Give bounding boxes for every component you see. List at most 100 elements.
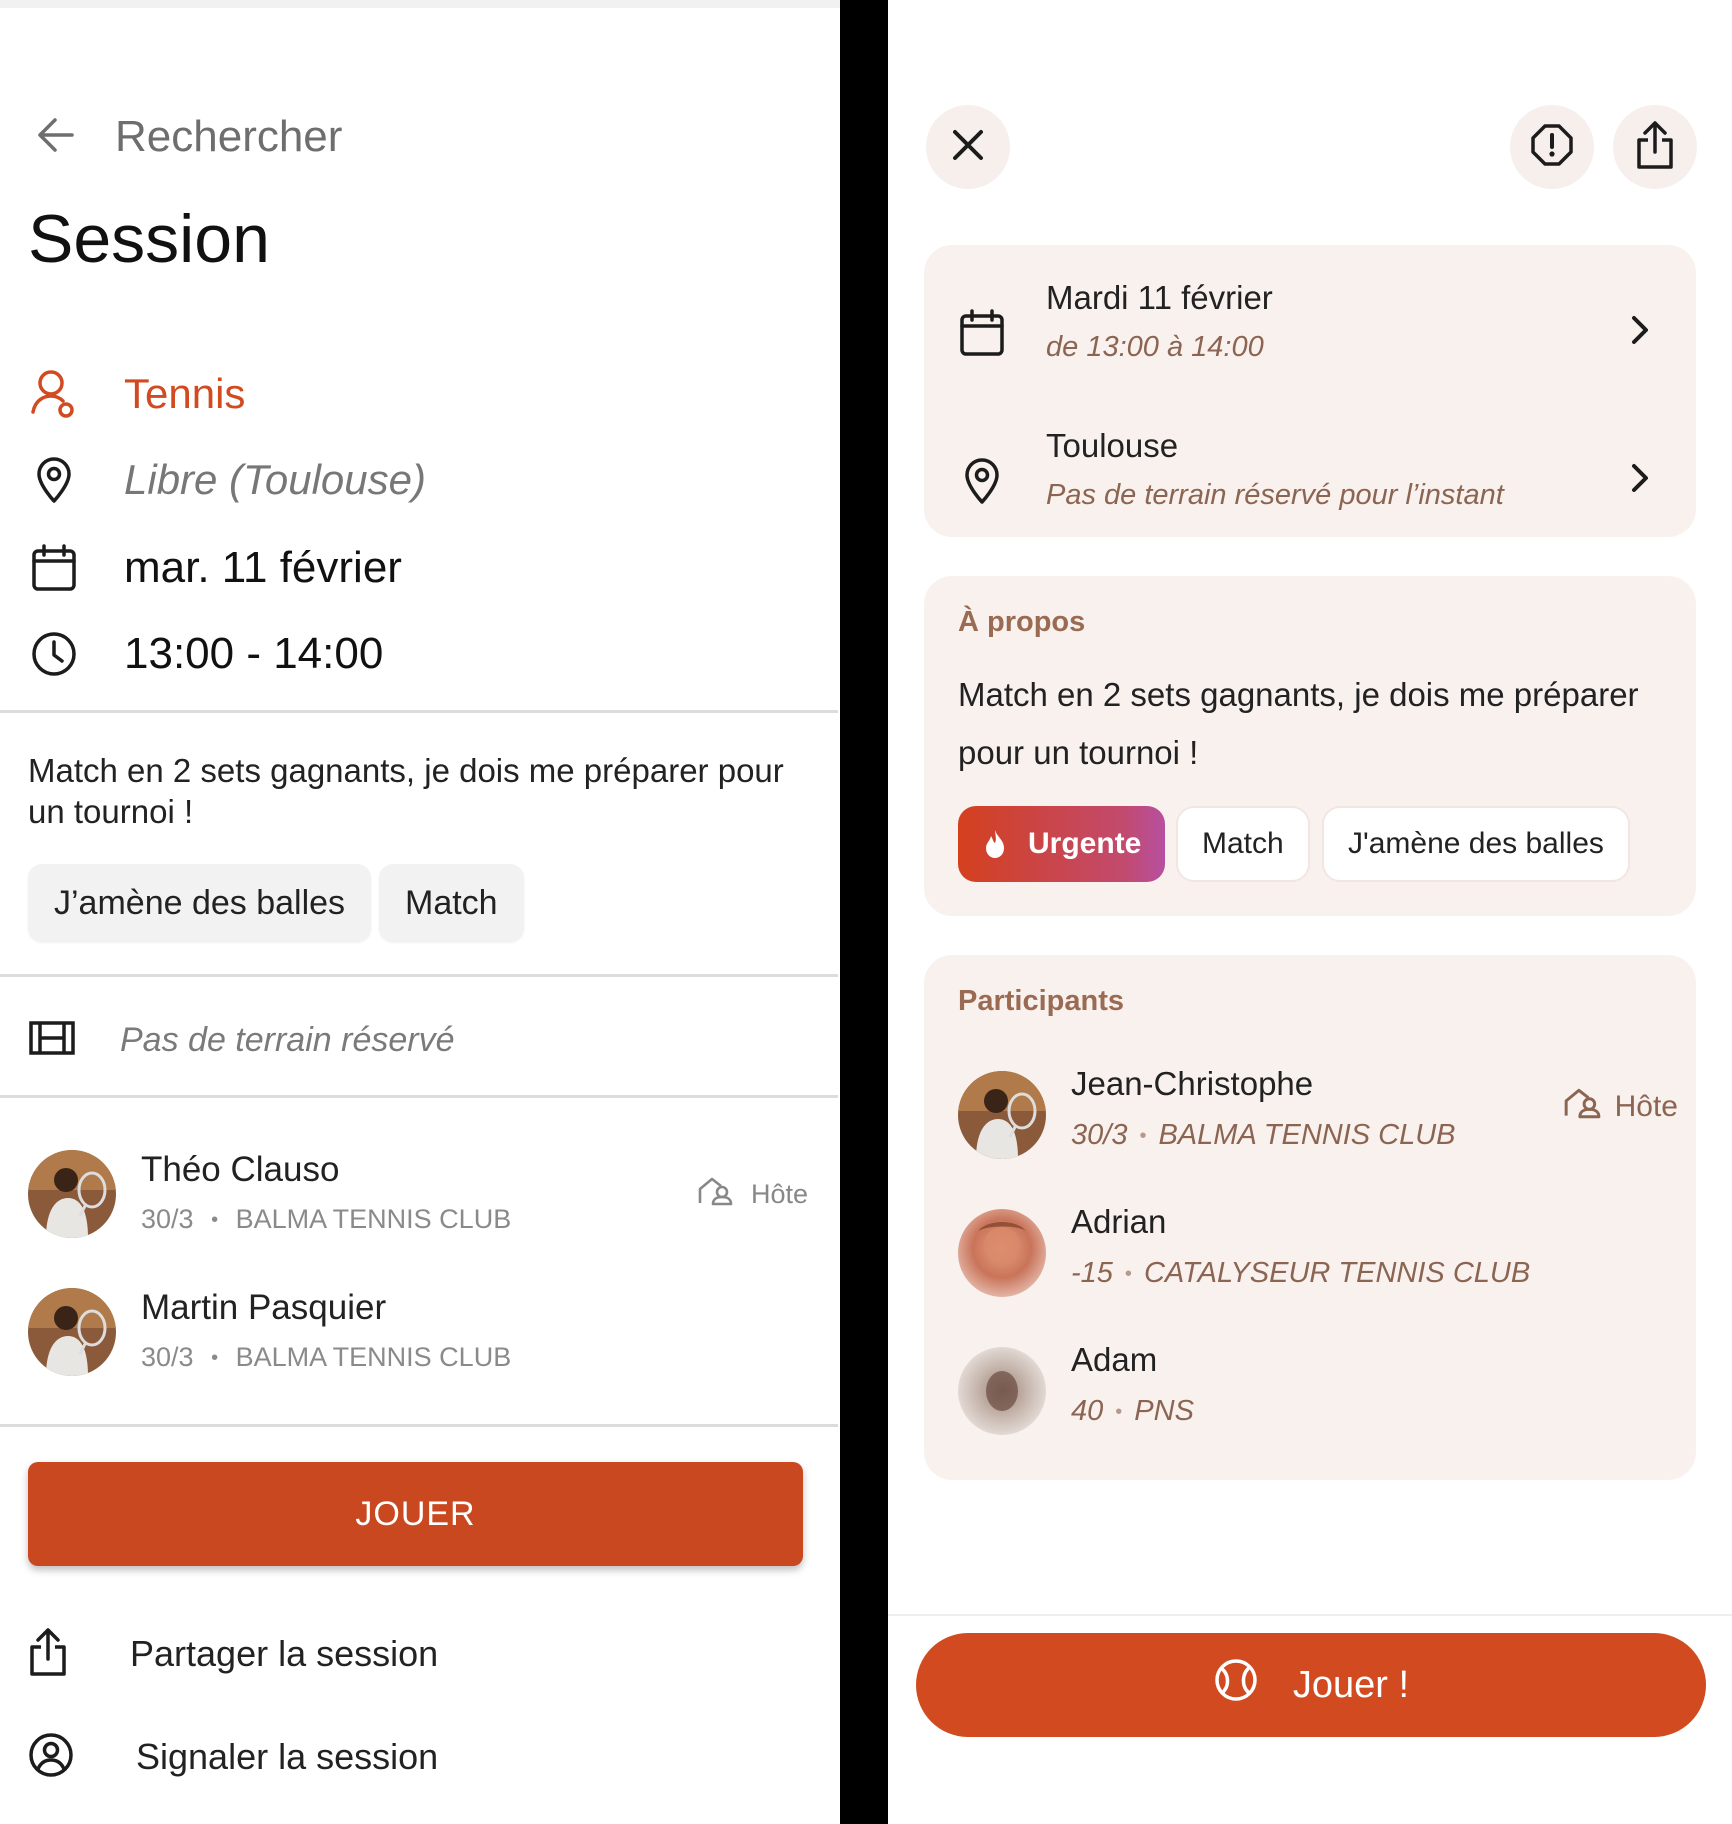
clock-icon	[28, 628, 80, 680]
tag-chip[interactable]: J'amène des balles	[1322, 806, 1630, 882]
urgent-label: Urgente	[1028, 827, 1142, 860]
meta-separator: •	[1115, 1400, 1123, 1423]
host-badge: Hôte	[1563, 1087, 1678, 1127]
participant-meta: 30/3 • BALMA TENNIS CLUB	[141, 1204, 511, 1235]
date-subtitle: de 13:00 à 14:00	[1046, 331, 1264, 363]
chevron-right-icon	[1620, 305, 1660, 355]
calendar-icon	[954, 305, 1010, 361]
close-icon	[951, 128, 985, 167]
report-session-label: Signaler la session	[136, 1736, 439, 1777]
session-description: Match en 2 sets gagnants, je dois me pré…	[28, 752, 784, 830]
tag-chip[interactable]: Match	[1176, 806, 1310, 882]
participant-row[interactable]: Martin Pasquier 30/3 • BALMA TENNIS CLUB	[28, 1288, 808, 1378]
divider	[0, 974, 838, 977]
play-label: Jouer !	[1292, 1663, 1410, 1706]
report-button[interactable]	[1510, 105, 1594, 189]
participant-club: CATALYSEUR TENNIS CLUB	[1143, 1257, 1531, 1289]
share-button[interactable]	[1613, 105, 1697, 189]
tag-chip[interactable]: J’amène des balles	[28, 864, 372, 942]
meta-separator: •	[1139, 1124, 1147, 1147]
divider	[0, 710, 838, 713]
participant-rank: 40	[1071, 1395, 1104, 1427]
bottom-divider	[888, 1614, 1732, 1616]
participant-row[interactable]: Jean-Christophe 30/3 • BALMA TENNIS CLUB H…	[958, 1065, 1678, 1161]
tag-chip[interactable]: Match	[379, 864, 524, 942]
date-title: Mardi 11 février	[1046, 279, 1273, 316]
participant-rank: 30/3	[1071, 1119, 1128, 1151]
participant-name: Jean-Christophe	[1071, 1065, 1314, 1102]
avatar	[958, 1209, 1046, 1297]
calendar-icon	[28, 542, 80, 594]
participant-row[interactable]: Adam 40 • PNS	[958, 1341, 1678, 1437]
alert-icon	[1530, 123, 1574, 172]
about-title: À propos	[958, 606, 1086, 638]
meta-separator: •	[1124, 1262, 1132, 1285]
participant-meta: 30/3 • BALMA TENNIS CLUB	[1071, 1119, 1456, 1152]
report-session-button[interactable]: Signaler la session	[28, 1727, 438, 1787]
back-button[interactable]	[30, 112, 80, 162]
court-row: Pas de terrain réservé	[28, 1015, 455, 1065]
location-row[interactable]: Toulouse Pas de terrain réservé pour l’i…	[924, 423, 1696, 533]
host-label: Hôte	[1614, 1090, 1678, 1123]
participant-meta: 30/3 • BALMA TENNIS CLUB	[141, 1342, 511, 1373]
participant-rank: -15	[1071, 1257, 1113, 1289]
location-row: Libre (Toulouse)	[28, 452, 426, 508]
host-icon	[697, 1176, 733, 1213]
play-button[interactable]: Jouer !	[916, 1633, 1706, 1737]
avatar	[958, 1071, 1046, 1159]
session-description: Match en 2 sets gagnants, je dois me pré…	[958, 676, 1639, 771]
location-pin-icon	[28, 454, 80, 506]
share-icon	[1635, 120, 1675, 175]
participant-club: BALMA TENNIS CLUB	[235, 1204, 512, 1234]
court-icon	[28, 1020, 76, 1061]
participants-title: Participants	[958, 985, 1124, 1017]
sport-row: Tennis	[28, 366, 245, 422]
close-button[interactable]	[926, 105, 1010, 189]
court-label: Pas de terrain réservé	[120, 1020, 455, 1059]
time-label: 13:00 - 14:00	[124, 629, 384, 678]
play-button[interactable]: JOUER	[28, 1462, 803, 1566]
right-screen: Mardi 11 février de 13:00 à 14:00 Toulou…	[888, 0, 1732, 1824]
participant-row[interactable]: Théo Clauso 30/3 • BALMA TENNIS CLUB Hôt…	[28, 1150, 808, 1240]
status-strip	[0, 0, 840, 8]
location-title: Toulouse	[1046, 427, 1179, 464]
date-row[interactable]: Mardi 11 février de 13:00 à 14:00	[924, 275, 1696, 385]
host-icon	[1563, 1087, 1601, 1127]
flame-icon	[982, 828, 1008, 860]
back-label[interactable]: Rechercher	[115, 112, 342, 162]
left-screen: Rechercher Session Tennis Libre (Toulous…	[0, 0, 840, 1824]
about-card: À propos Match en 2 sets gagnants, je do…	[924, 576, 1696, 916]
participant-meta: -15 • CATALYSEUR TENNIS CLUB	[1071, 1257, 1530, 1290]
location-label: Libre (Toulouse)	[124, 456, 426, 503]
location-pin-icon	[954, 453, 1010, 509]
avatar	[28, 1150, 116, 1238]
meta-separator: •	[211, 1347, 219, 1370]
location-subtitle: Pas de terrain réservé pour l’instant	[1046, 479, 1504, 511]
share-session-label: Partager la session	[130, 1633, 439, 1674]
participants-card: Participants Jean-Christophe 30/3 • BALMA …	[924, 955, 1696, 1480]
host-label: Hôte	[750, 1179, 808, 1209]
urgent-tag[interactable]: Urgente	[958, 806, 1166, 882]
participant-meta: 40 • PNS	[1071, 1395, 1194, 1428]
page-title: Session	[28, 201, 270, 277]
divider	[0, 1424, 838, 1427]
participant-club: BALMA TENNIS CLUB	[1158, 1119, 1456, 1151]
datetime-location-card: Mardi 11 février de 13:00 à 14:00 Toulou…	[924, 245, 1696, 537]
tennis-player-icon	[28, 368, 80, 420]
participant-name: Théo Clauso	[141, 1150, 340, 1189]
participant-club: PNS	[1134, 1395, 1194, 1427]
participant-name: Adam	[1071, 1341, 1158, 1378]
meta-separator: •	[211, 1209, 219, 1232]
avatar	[28, 1288, 116, 1376]
avatar	[958, 1347, 1046, 1435]
report-icon	[28, 1732, 74, 1783]
sport-label: Tennis	[124, 370, 246, 417]
time-row: 13:00 - 14:00	[28, 626, 383, 682]
ball-icon	[1213, 1657, 1259, 1713]
share-session-button[interactable]: Partager la session	[28, 1624, 438, 1684]
participant-row[interactable]: Adrian -15 • CATALYSEUR TENNIS CLUB	[958, 1203, 1678, 1299]
participant-club: BALMA TENNIS CLUB	[235, 1342, 512, 1372]
date-label: mar. 11 février	[124, 543, 402, 592]
back-arrow-icon	[35, 117, 75, 158]
date-row: mar. 11 février	[28, 540, 402, 596]
